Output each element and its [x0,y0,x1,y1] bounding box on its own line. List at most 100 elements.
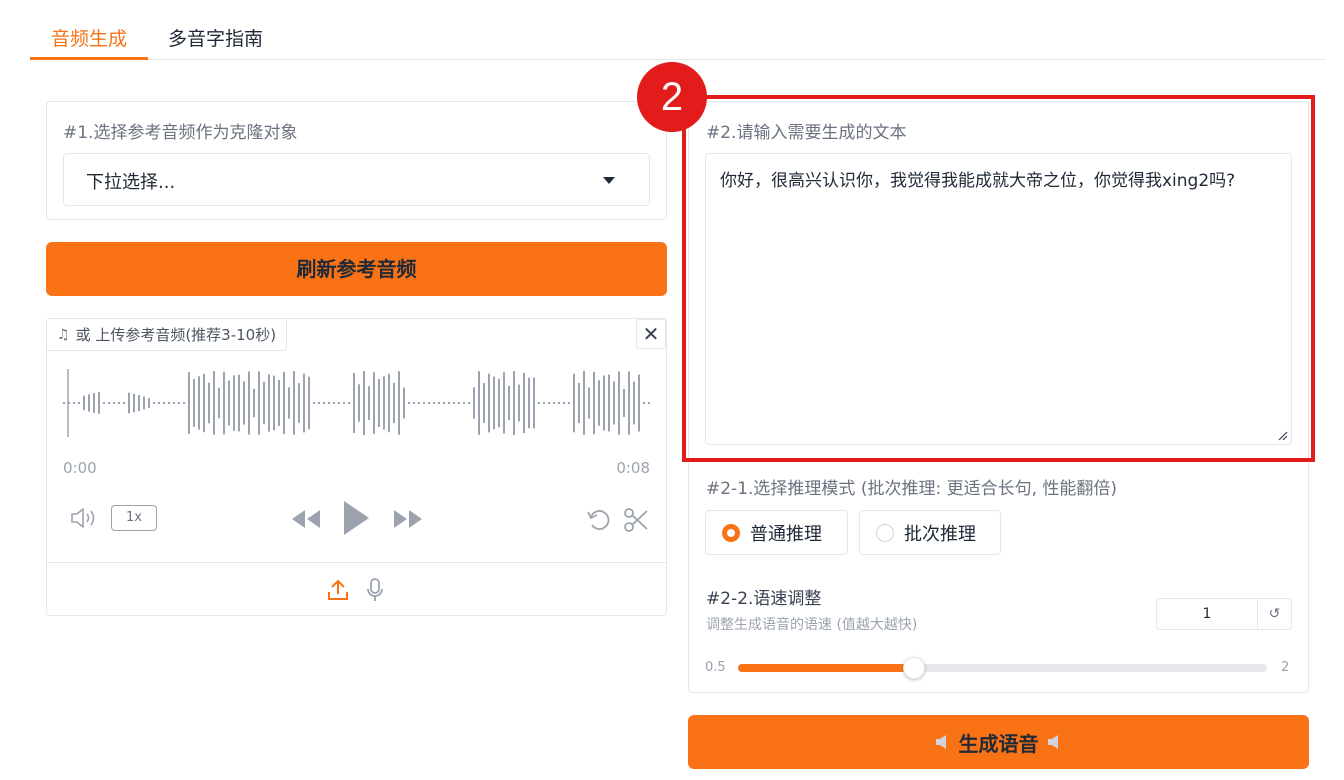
waveform-bar [533,377,535,429]
speed-label: #2-2.语速调整 [706,589,822,609]
waveform-bar [453,402,455,404]
slider-min: 0.5 [705,660,726,675]
waveform-bar [273,375,275,431]
waveform-bar [238,374,240,432]
waveform-bar [358,384,360,422]
waveform-bar [83,395,85,411]
audio-divider [47,562,666,563]
waveform-bar [458,402,460,404]
reset-icon[interactable]: ↺ [1258,599,1291,629]
waveform-bar [118,402,120,404]
speaker-icon [935,735,946,749]
time-end: 0:08 [616,459,650,477]
waveform-bar [438,402,440,404]
waveform-bar [418,402,420,404]
waveform-bar [128,392,130,414]
waveform-bar [503,372,505,434]
waveform-bar [383,376,385,430]
play-icon[interactable] [341,499,371,537]
waveform-bar [268,374,270,432]
radio-normal-label: 普通推理 [750,523,822,545]
waveform-bar [158,402,160,404]
generate-speech-button[interactable]: 生成语音 [688,715,1309,769]
waveform-bar [378,379,380,427]
waveform-bar [573,373,575,433]
waveform-bar [338,402,340,404]
waveform-bar [88,394,90,412]
radio-normal-inference[interactable]: 普通推理 [705,510,848,555]
volume-icon[interactable] [69,507,99,529]
waveform-bar [558,402,560,404]
waveform-bar [253,388,255,418]
time-start: 0:00 [63,459,97,477]
radio-unselected-icon [876,523,894,542]
waveform-bar [568,402,570,404]
radio-selected-icon [722,523,740,542]
waveform-bar [263,381,265,425]
waveform-bar [648,402,650,404]
waveform-bar [328,402,330,404]
tab-polyphone-guide[interactable]: 多音字指南 [168,26,263,60]
waveform-bar [318,402,320,404]
waveform-bar [248,371,250,435]
waveform-bar [578,382,580,424]
scissors-icon[interactable] [623,507,649,533]
waveform-bar [93,393,95,413]
waveform-bar [373,372,375,434]
waveform-bar [638,374,640,432]
waveform-bar [283,371,285,435]
waveform-bar [608,374,610,432]
microphone-icon[interactable] [365,577,385,603]
waveform-bar [133,393,135,413]
waveform-bar [298,383,300,423]
fast-forward-icon[interactable] [391,507,425,531]
waveform-bar [433,402,435,404]
waveform-bar [518,384,520,422]
waveform-bar [488,373,490,433]
waveform-bar [548,402,550,404]
waveform-bar [413,402,415,404]
annotation-highlight-frame [682,95,1315,462]
waveform-bar [423,402,425,404]
waveform[interactable] [61,367,653,439]
inference-mode-label: #2-1.选择推理模式 (批次推理: 更适合长句, 性能翻倍) [706,479,1118,499]
playback-speed-button[interactable]: 1x [111,505,157,531]
close-audio-button[interactable]: ✕ [636,319,666,349]
radio-batch-inference[interactable]: 批次推理 [859,510,1001,555]
tab-audio-generation[interactable]: 音频生成 [30,26,148,60]
speed-value[interactable]: 1 [1157,599,1258,629]
refresh-reference-button[interactable]: 刷新参考音频 [46,242,667,296]
speed-hint: 调整生成语音的语速 (值越大越快) [706,617,918,633]
waveform-bar [513,371,515,435]
waveform-bar [203,373,205,433]
waveform-bar [643,402,645,404]
waveform-bar [113,402,115,404]
annotation-badge: 2 [637,62,707,132]
waveform-bar [498,378,500,428]
waveform-bar [478,371,480,435]
speed-number-input[interactable]: 1 ↺ [1156,598,1292,630]
waveform-bar [333,402,335,404]
waveform-bar [233,375,235,431]
speed-slider-fill [738,664,915,672]
waveform-bar [258,371,260,435]
waveform-bar [528,377,530,429]
reference-dropdown[interactable]: 下拉选择... [63,153,650,206]
waveform-bar [148,397,150,409]
waveform-bar [243,381,245,425]
music-note-icon: ♫ [57,326,70,343]
waveform-bar [443,402,445,404]
waveform-bar [193,379,195,427]
waveform-bar [343,402,345,404]
upload-icon[interactable] [327,578,349,602]
waveform-bar [618,371,620,435]
waveform-bar [168,402,170,404]
reference-label: #1.选择参考音频作为克隆对象 [63,123,298,143]
slider-max: 2 [1281,660,1290,675]
undo-icon[interactable] [586,507,612,533]
waveform-bar [508,385,510,421]
waveform-bar [198,376,200,430]
waveform-bar [448,402,450,404]
rewind-icon[interactable] [289,507,323,531]
waveform-bar [463,402,465,404]
